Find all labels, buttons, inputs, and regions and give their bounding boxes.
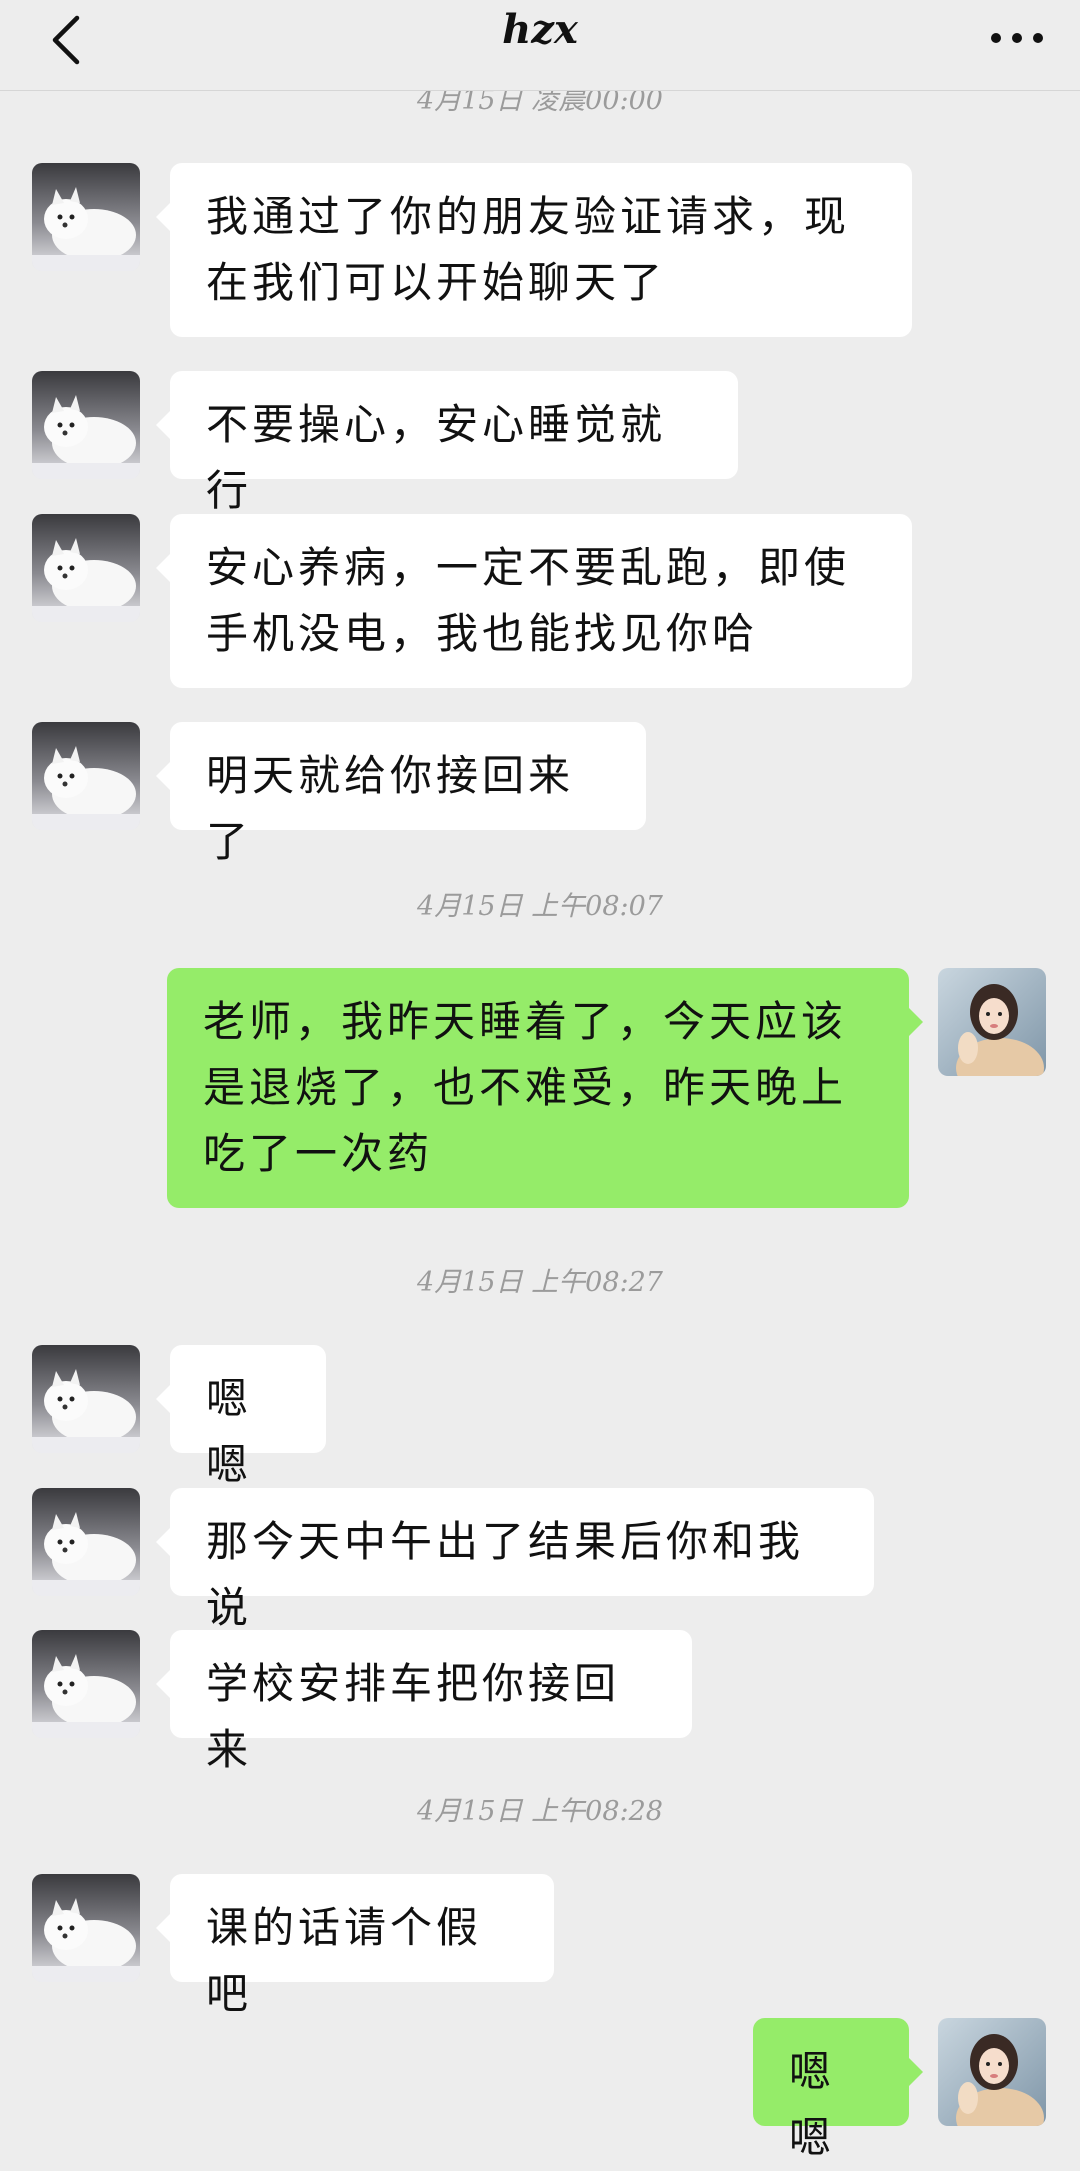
- incoming-message-bubble[interactable]: 安心养病，一定不要乱跑，即使手机没电，我也能找见你哈: [156, 514, 912, 688]
- contact-avatar-image: [32, 1630, 140, 1738]
- message-text: 我通过了你的朋友验证请求，现在我们可以开始聊天了: [206, 192, 851, 307]
- message-text: 不要操心，安心睡觉就行: [206, 400, 667, 515]
- contact-avatar[interactable]: [32, 722, 140, 830]
- contact-avatar[interactable]: [32, 371, 140, 479]
- contact-avatar[interactable]: [32, 1345, 140, 1453]
- contact-avatar-image: [32, 1874, 140, 1982]
- contact-avatar[interactable]: [32, 1488, 140, 1596]
- incoming-message-bubble[interactable]: 不要操心，安心睡觉就行: [156, 371, 738, 515]
- message-timestamp: 4月15日 上午08:07: [417, 891, 663, 922]
- message-text: 老师，我昨天睡着了，今天应该是退烧了，也不难受，昨天晚上吃了一次药: [203, 997, 848, 1178]
- outgoing-message-bubble[interactable]: 嗯嗯: [753, 2018, 923, 2162]
- contact-avatar-image: [32, 722, 140, 830]
- more-horizontal-icon: [991, 33, 1043, 43]
- incoming-message-bubble[interactable]: 课的话请个假吧: [156, 1874, 554, 2018]
- message-text: 学校安排车把你接回来: [206, 1659, 621, 1774]
- contact-avatar-image: [32, 1345, 140, 1453]
- message-text: 课的话请个假吧: [206, 1903, 483, 2018]
- contact-avatar-image: [32, 163, 140, 271]
- incoming-message-bubble[interactable]: 那今天中午出了结果后你和我说: [156, 1488, 874, 1632]
- contact-avatar[interactable]: [32, 1630, 140, 1738]
- chat-title: hzx: [502, 6, 578, 53]
- message-text: 安心养病，一定不要乱跑，即使手机没电，我也能找见你哈: [206, 543, 851, 658]
- user-avatar[interactable]: [938, 968, 1046, 1076]
- user-avatar-image: [938, 968, 1046, 1076]
- message-text: 明天就给你接回来了: [206, 751, 575, 866]
- contact-avatar[interactable]: [32, 1874, 140, 1982]
- incoming-message-bubble[interactable]: 学校安排车把你接回来: [156, 1630, 692, 1774]
- user-avatar-image: [938, 2018, 1046, 2126]
- incoming-message-bubble[interactable]: 我通过了你的朋友验证请求，现在我们可以开始聊天了: [156, 163, 912, 337]
- incoming-message-bubble[interactable]: 嗯嗯: [156, 1345, 326, 1489]
- chat-header: hzx: [0, 0, 1080, 91]
- user-avatar[interactable]: [938, 2018, 1046, 2126]
- contact-avatar[interactable]: [32, 163, 140, 271]
- outgoing-message-bubble[interactable]: 老师，我昨天睡着了，今天应该是退烧了，也不难受，昨天晚上吃了一次药: [167, 968, 923, 1208]
- contact-avatar-image: [32, 1488, 140, 1596]
- message-text: 嗯嗯: [206, 1374, 253, 1489]
- incoming-message-bubble[interactable]: 明天就给你接回来了: [156, 722, 646, 866]
- contact-avatar-image: [32, 371, 140, 479]
- message-timestamp: 4月15日 上午08:28: [417, 1796, 663, 1827]
- contact-avatar[interactable]: [32, 514, 140, 622]
- contact-avatar-image: [32, 514, 140, 622]
- message-text: 那今天中午出了结果后你和我说: [206, 1517, 805, 1632]
- more-button[interactable]: [982, 18, 1052, 58]
- message-text: 嗯嗯: [789, 2047, 836, 2162]
- message-timestamp: 4月15日 上午08:27: [417, 1267, 663, 1298]
